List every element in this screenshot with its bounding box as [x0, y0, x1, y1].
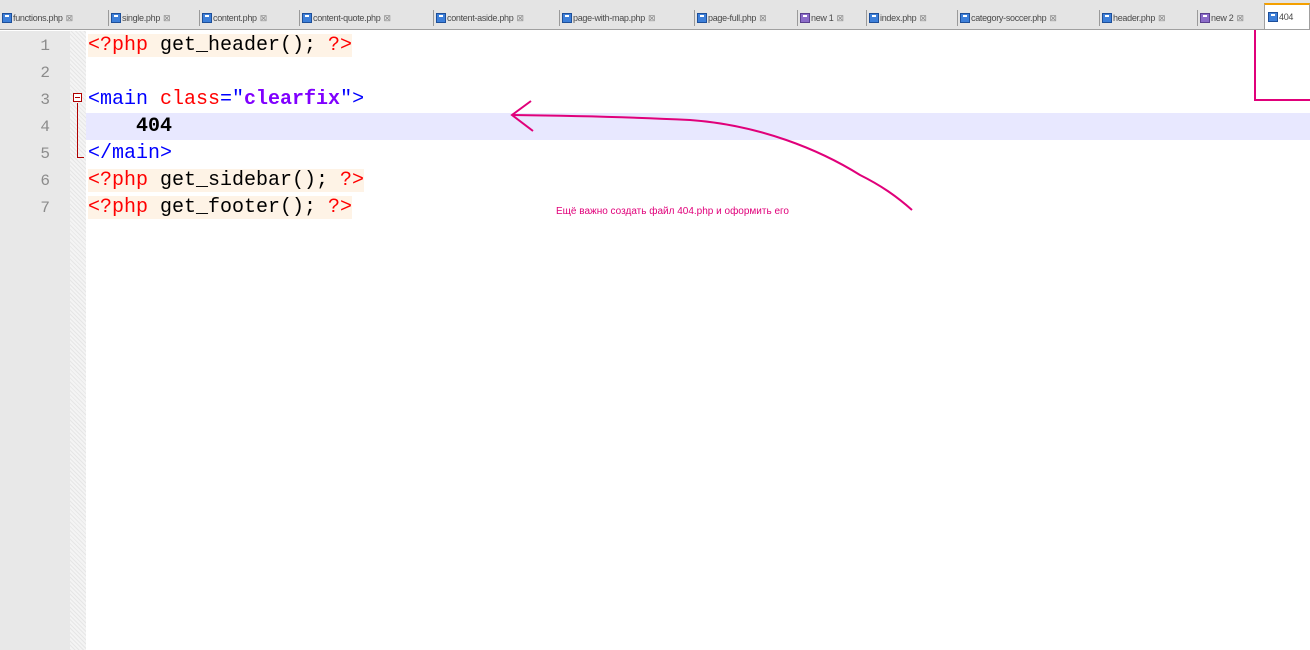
annotation-arrow [511, 114, 913, 211]
annotation-note: Ещё важно создать файл 404.php и оформит… [556, 206, 789, 217]
annotation-drawing [510, 30, 1310, 211]
annotation-bracket [1254, 30, 1310, 101]
